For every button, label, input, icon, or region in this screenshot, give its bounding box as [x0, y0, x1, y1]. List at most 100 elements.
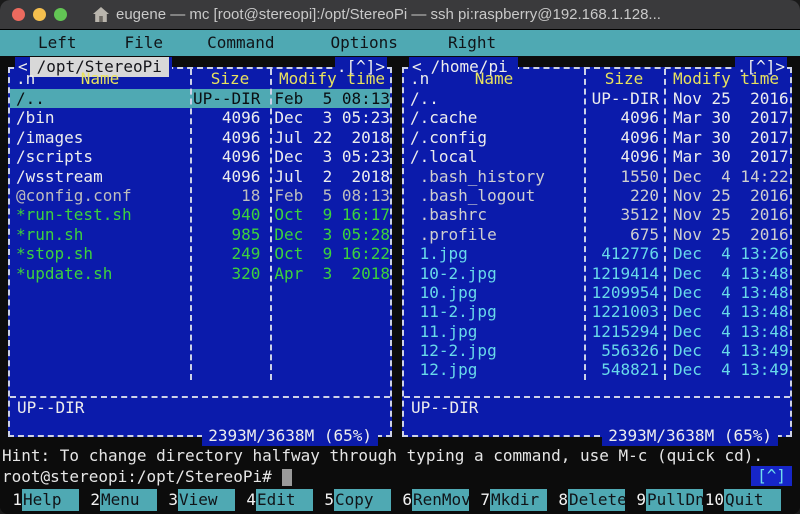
- file-row[interactable]: 10-2.jpg1219414Dec 4 13:48: [404, 264, 790, 283]
- file-mtime: Dec 4 14:22: [664, 167, 790, 186]
- fkey-label: Edit: [256, 489, 313, 511]
- file-row[interactable]: 1.jpg412776Dec 4 13:26: [404, 244, 790, 263]
- size-column-header[interactable]: Size: [190, 69, 270, 89]
- file-mtime: Mar 30 2017: [664, 108, 790, 127]
- file-row[interactable]: 12.jpg548821Dec 4 13:49: [404, 360, 790, 379]
- sort-indicator[interactable]: .n: [410, 69, 429, 89]
- file-size: UP--DIR: [584, 89, 664, 108]
- fkey-label: Help: [22, 489, 79, 511]
- file-size: 4096: [187, 147, 266, 166]
- file-row[interactable]: .bashrc3512Nov 25 2016: [404, 205, 790, 224]
- minimize-button[interactable]: [33, 8, 46, 21]
- fkey-delete[interactable]: 8Delete: [548, 489, 626, 511]
- file-name: *run.sh: [10, 225, 187, 244]
- fkey-copy[interactable]: 5Copy: [314, 489, 392, 511]
- file-mtime: Dec 4 13:48: [664, 264, 790, 283]
- file-size: 4096: [187, 128, 266, 147]
- file-row[interactable]: /.local4096Mar 30 2017: [404, 147, 790, 166]
- file-row[interactable]: /wsstream4096Jul 2 2018: [10, 167, 390, 186]
- file-mtime: Feb 5 08:13: [265, 89, 390, 108]
- file-name: 11.jpg: [404, 322, 584, 341]
- fkey-number: 5: [314, 489, 334, 511]
- file-row[interactable]: 12-2.jpg556326Dec 4 13:49: [404, 341, 790, 360]
- file-row[interactable]: 10.jpg1209954Dec 4 13:48: [404, 283, 790, 302]
- file-row[interactable]: .bash_history1550Dec 4 14:22: [404, 167, 790, 186]
- file-name: 12.jpg: [404, 360, 584, 379]
- fkey-edit[interactable]: 4Edit: [236, 489, 314, 511]
- close-button[interactable]: [12, 8, 25, 21]
- size-column-header[interactable]: Size: [584, 69, 664, 89]
- file-row[interactable]: *update.sh320Apr 3 2018: [10, 264, 390, 283]
- home-icon: [93, 7, 109, 22]
- file-list: .n Name Size Modify time /..UP--DIRNov 2…: [404, 69, 790, 380]
- file-row[interactable]: /scripts4096Dec 3 05:23: [10, 147, 390, 166]
- fkey-label: PullDn: [646, 489, 703, 511]
- file-name: .bashrc: [404, 205, 584, 224]
- sort-indicator[interactable]: .n: [16, 69, 35, 89]
- file-row[interactable]: /..UP--DIRFeb 5 08:13: [10, 89, 390, 108]
- file-size: 1209954: [584, 283, 664, 302]
- file-row[interactable]: 11-2.jpg1221003Dec 4 13:48: [404, 302, 790, 321]
- panel-toggle-button[interactable]: [^]: [751, 466, 792, 486]
- file-row[interactable]: 11.jpg1215294Dec 4 13:48: [404, 322, 790, 341]
- file-size: 556326: [584, 341, 664, 360]
- mtime-column-header[interactable]: Modify time: [270, 69, 390, 89]
- disk-usage: 2393M/3638M (65%): [202, 426, 378, 446]
- name-column-header[interactable]: .n Name: [10, 69, 190, 89]
- file-name: /..: [10, 89, 187, 108]
- file-mtime: Oct 9 16:22: [265, 244, 390, 263]
- file-name: *update.sh: [10, 264, 187, 283]
- file-row[interactable]: .bash_logout220Nov 25 2016: [404, 186, 790, 205]
- file-mtime: Nov 25 2016: [664, 225, 790, 244]
- menu-right[interactable]: Right: [448, 30, 496, 56]
- terminal-content: LeftFileCommandOptionsRight < /opt/Stere…: [0, 30, 800, 514]
- file-mtime: Dec 3 05:23: [265, 147, 390, 166]
- hint-line: Hint: To change directory halfway throug…: [0, 446, 800, 466]
- file-name: .profile: [404, 225, 584, 244]
- file-row[interactable]: *run.sh985Dec 3 05:28: [10, 225, 390, 244]
- mini-status: UP--DIR: [404, 398, 790, 418]
- file-mtime: Feb 5 08:13: [265, 186, 390, 205]
- file-name: .bash_history: [404, 167, 584, 186]
- file-row[interactable]: /.config4096Mar 30 2017: [404, 128, 790, 147]
- file-name: /scripts: [10, 147, 187, 166]
- file-row[interactable]: /.cache4096Mar 30 2017: [404, 108, 790, 127]
- menu-left[interactable]: Left: [38, 30, 77, 56]
- fkey-number: 10: [704, 489, 724, 511]
- column-headers: .n Name Size Modify time: [404, 69, 790, 89]
- file-row[interactable]: *run-test.sh940Oct 9 16:17: [10, 205, 390, 224]
- file-mtime: Dec 4 13:48: [664, 302, 790, 321]
- file-mtime: Nov 25 2016: [664, 186, 790, 205]
- file-row[interactable]: @config.conf18Feb 5 08:13: [10, 186, 390, 205]
- zoom-button[interactable]: [54, 8, 67, 21]
- file-mtime: Nov 25 2016: [664, 89, 790, 108]
- mtime-column-header[interactable]: Modify time: [664, 69, 790, 89]
- fkey-pulldn[interactable]: 9PullDn: [626, 489, 704, 511]
- file-mtime: Dec 4 13:26: [664, 244, 790, 263]
- name-column-header[interactable]: .n Name: [404, 69, 584, 89]
- fkey-label: Menu: [100, 489, 157, 511]
- menu-command[interactable]: Command: [207, 30, 274, 56]
- file-mtime: Dec 4 13:48: [664, 322, 790, 341]
- fkey-view[interactable]: 3View: [158, 489, 236, 511]
- fkey-mkdir[interactable]: 7Mkdir: [470, 489, 548, 511]
- file-size: 985: [187, 225, 266, 244]
- fkey-number: 4: [236, 489, 256, 511]
- file-size: 412776: [584, 244, 664, 263]
- menu-options[interactable]: Options: [331, 30, 398, 56]
- file-row[interactable]: /..UP--DIRNov 25 2016: [404, 89, 790, 108]
- fkey-help[interactable]: 1Help: [2, 489, 80, 511]
- fkey-number: 9: [626, 489, 646, 511]
- fkey-menu[interactable]: 2Menu: [80, 489, 158, 511]
- fkey-renmov[interactable]: 6RenMov: [392, 489, 470, 511]
- menu-file[interactable]: File: [125, 30, 164, 56]
- command-line[interactable]: root@stereopi:/opt/StereoPi#[^]: [0, 466, 800, 487]
- file-row[interactable]: /bin4096Dec 3 05:23: [10, 108, 390, 127]
- fkey-number: 7: [470, 489, 490, 511]
- fkey-quit[interactable]: 10Quit: [704, 489, 782, 511]
- file-row[interactable]: *stop.sh249Oct 9 16:22: [10, 244, 390, 263]
- terminal-window: eugene — mc [root@stereopi]:/opt/StereoP…: [0, 0, 800, 514]
- file-row[interactable]: /images4096Jul 22 2018: [10, 128, 390, 147]
- file-size: 675: [584, 225, 664, 244]
- file-row[interactable]: .profile675Nov 25 2016: [404, 225, 790, 244]
